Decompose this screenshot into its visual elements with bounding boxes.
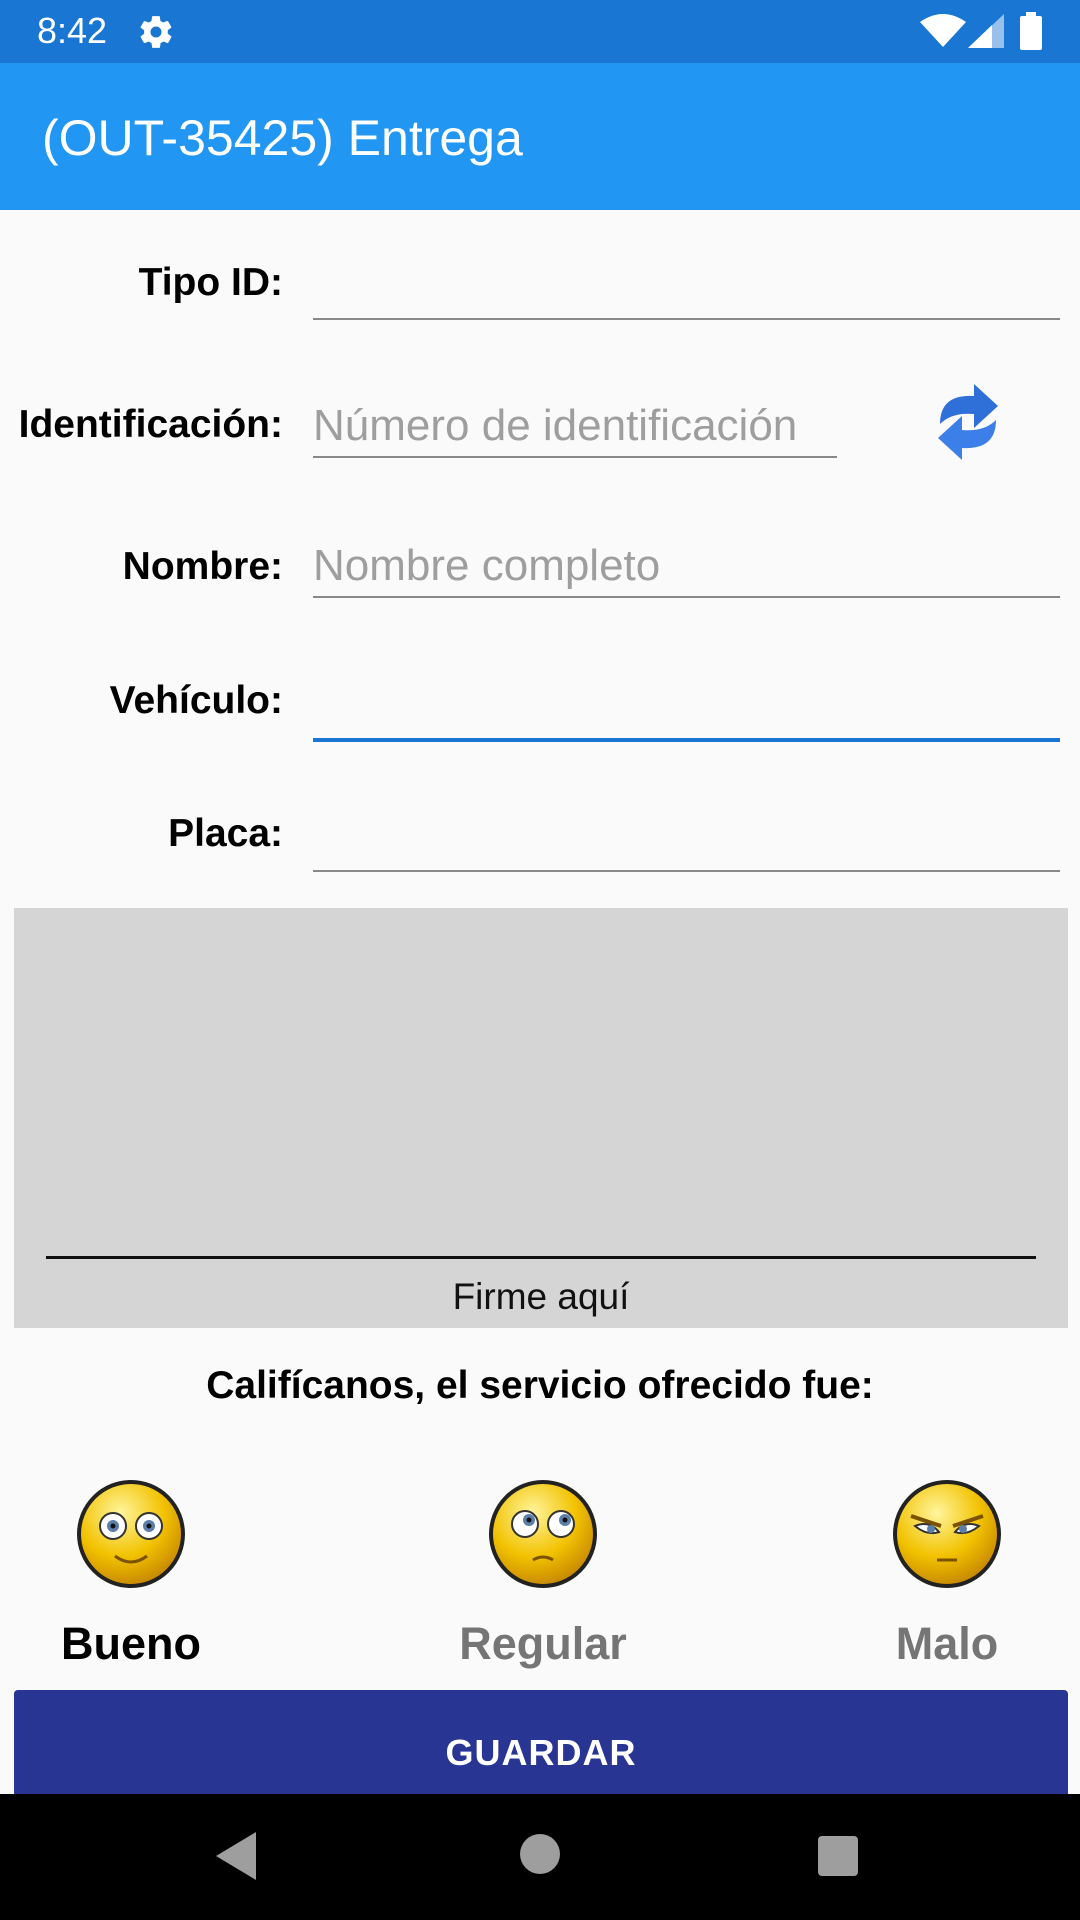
identificacion-label: Identificación: xyxy=(18,403,283,446)
nombre-input[interactable]: Nombre completo xyxy=(313,536,1060,598)
status-time: 8:42 xyxy=(37,10,108,51)
wifi-icon xyxy=(920,14,966,47)
vehiculo-input[interactable] xyxy=(313,678,1060,742)
identificacion-input[interactable]: Número de identificación xyxy=(313,396,837,458)
rating-label-regular: Regular xyxy=(459,1618,627,1669)
rating-option-regular[interactable]: Regular xyxy=(440,1478,640,1678)
placa-label: Placa: xyxy=(168,812,283,855)
rating-label-malo: Malo xyxy=(895,1618,999,1669)
refresh-icon[interactable] xyxy=(930,380,1006,464)
rating-option-malo[interactable]: Malo xyxy=(844,1478,1044,1678)
app-bar: (OUT-35425) Entrega xyxy=(0,63,1080,210)
placa-input[interactable] xyxy=(313,810,1060,872)
back-icon[interactable] xyxy=(216,1832,260,1880)
settings-gear-icon xyxy=(140,16,172,48)
cell-signal-icon xyxy=(968,14,1004,48)
page-title: (OUT-35425) Entrega xyxy=(42,110,523,166)
home-icon[interactable] xyxy=(520,1834,560,1874)
vehiculo-label: Vehículo: xyxy=(109,679,283,722)
rating-label-bueno: Bueno xyxy=(61,1618,201,1669)
battery-icon xyxy=(1020,12,1042,50)
signature-line xyxy=(46,1256,1036,1259)
angry-face-icon xyxy=(893,1480,1001,1588)
signature-pad[interactable]: Firme aquí xyxy=(14,908,1068,1328)
neutral-face-icon xyxy=(489,1480,597,1588)
navigation-bar xyxy=(0,1794,1080,1920)
status-bar: 8:42 xyxy=(0,0,1080,63)
rating-option-bueno[interactable]: Bueno xyxy=(28,1478,228,1678)
recents-icon[interactable] xyxy=(818,1836,858,1876)
tipo-id-label: Tipo ID: xyxy=(138,261,283,304)
rating-question: Califícanos, el servicio ofrecido fue: xyxy=(206,1364,874,1407)
tipo-id-field[interactable] xyxy=(313,258,1060,320)
signature-hint: Firme aquí xyxy=(452,1276,630,1317)
nombre-label: Nombre: xyxy=(122,545,283,588)
happy-face-icon xyxy=(77,1480,185,1588)
